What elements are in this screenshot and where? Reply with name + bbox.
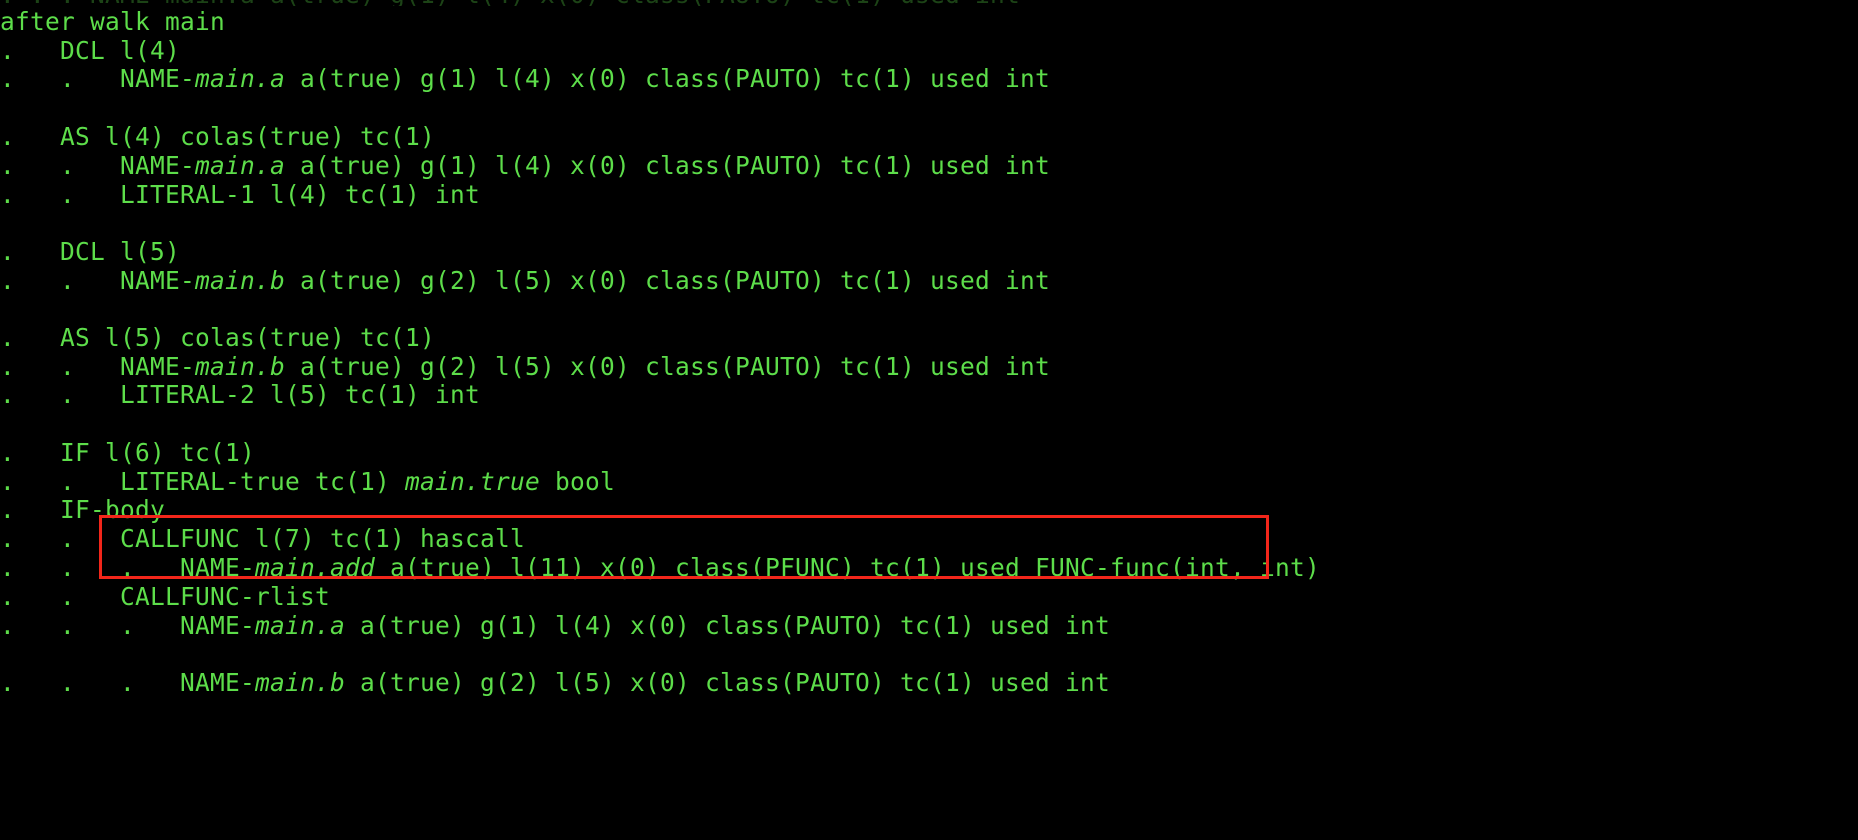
clipped-previous-line: . . . NAME-main.a a(true) g(1) l(4) x(0)… [0,0,1858,6]
terminal-line: . . NAME-main.a a(true) g(1) l(4) x(0) c… [0,64,1051,93]
qualified-name-token: main.a [195,151,286,180]
qualified-name-token: main.b [195,266,286,295]
qualified-name-token: main.add [255,553,376,582]
qualified-name-token: main.a [195,64,286,93]
terminal-line: . . . NAME-main.b a(true) g(2) l(5) x(0)… [0,668,1111,697]
qualified-name-token: main.a [255,611,346,640]
qualified-name-token: main.b [195,352,286,381]
terminal-line: . . . NAME-main.a a(true) g(1) l(4) x(0)… [0,611,1111,640]
terminal-line: . . LITERAL-1 l(4) tc(1) int [0,180,481,209]
qualified-name-token: main.true [405,467,541,496]
terminal-line: . . LITERAL-2 l(5) tc(1) int [0,380,481,409]
terminal-line: . . NAME-main.b a(true) g(2) l(5) x(0) c… [0,266,1051,295]
terminal-output: . . . NAME-main.a a(true) g(1) l(4) x(0)… [0,0,1858,840]
qualified-name-token: main.b [255,668,346,697]
